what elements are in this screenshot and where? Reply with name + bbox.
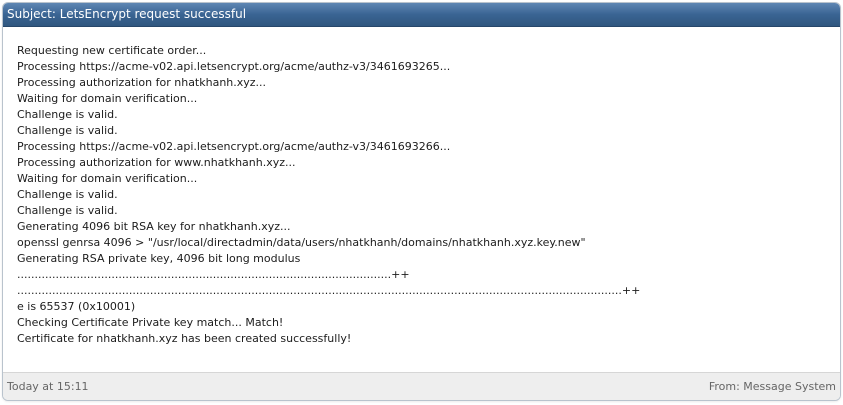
message-line: Generating RSA private key, 4096 bit lon… bbox=[17, 252, 301, 265]
message-timestamp: Today at 15:11 bbox=[7, 380, 89, 393]
message-footer: Today at 15:11 From: Message System bbox=[3, 372, 840, 400]
message-line: Waiting for domain verification... bbox=[17, 92, 198, 105]
message-subject: Subject: LetsEncrypt request successful bbox=[3, 3, 840, 27]
message-line: Processing authorization for nhatkhanh.x… bbox=[17, 76, 267, 89]
message-panel: Subject: LetsEncrypt request successful … bbox=[2, 2, 841, 401]
message-line: ........................................… bbox=[17, 268, 410, 281]
message-line: Challenge is valid. bbox=[17, 124, 118, 137]
message-line: ........................................… bbox=[17, 284, 641, 297]
message-line: Challenge is valid. bbox=[17, 108, 118, 121]
message-line: Challenge is valid. bbox=[17, 188, 118, 201]
message-line: e is 65537 (0x10001) bbox=[17, 300, 136, 313]
message-line: Generating 4096 bit RSA key for nhatkhan… bbox=[17, 220, 291, 233]
message-line: Processing https://acme-v02.api.letsencr… bbox=[17, 60, 451, 73]
message-line: Requesting new certificate order... bbox=[17, 44, 207, 57]
message-line: Processing authorization for www.nhatkha… bbox=[17, 156, 296, 169]
message-line: Checking Certificate Private key match..… bbox=[17, 316, 284, 329]
message-body: Requesting new certificate order... Proc… bbox=[3, 27, 840, 373]
message-line: Waiting for domain verification... bbox=[17, 172, 198, 185]
message-line: Certificate for nhatkhanh.xyz has been c… bbox=[17, 332, 352, 345]
message-sender: From: Message System bbox=[708, 380, 836, 393]
message-line: Processing https://acme-v02.api.letsencr… bbox=[17, 140, 451, 153]
message-line: Challenge is valid. bbox=[17, 204, 118, 217]
message-line: openssl genrsa 4096 > "/usr/local/direct… bbox=[17, 236, 586, 249]
